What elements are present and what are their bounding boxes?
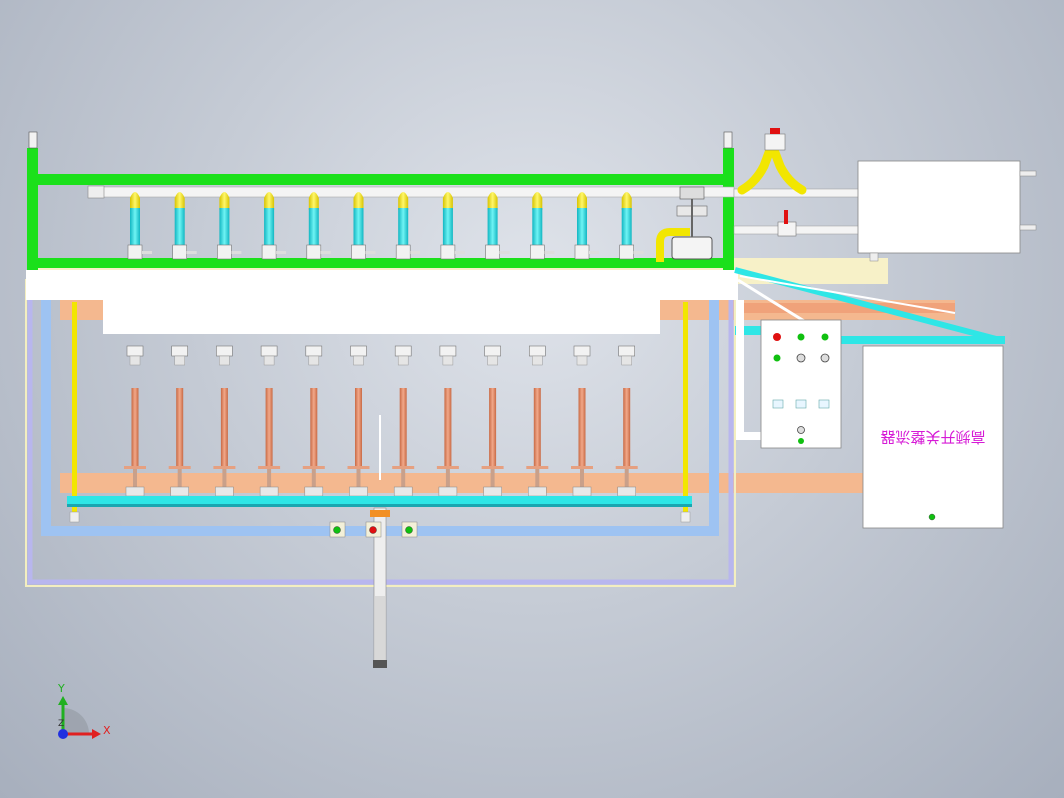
upper-right-box bbox=[857, 160, 1037, 262]
tube-column bbox=[529, 192, 555, 260]
green-indicator-light bbox=[821, 333, 829, 341]
red-indicator-light bbox=[773, 333, 781, 341]
header-pipe bbox=[87, 185, 735, 199]
tube-column bbox=[485, 192, 510, 260]
green-indicator-light bbox=[773, 354, 781, 362]
meter-icon bbox=[795, 399, 807, 409]
right-plumbing bbox=[656, 128, 860, 262]
tube-column bbox=[306, 192, 331, 260]
tube-columns bbox=[127, 192, 644, 260]
tube-column bbox=[619, 192, 644, 260]
z-axis-label: Z bbox=[58, 719, 64, 729]
tube-column bbox=[172, 192, 197, 260]
axis-triad: Y X Z bbox=[57, 682, 111, 739]
rectifier-panel: 高频开关整流器 bbox=[862, 345, 1004, 529]
knob-icon bbox=[820, 353, 830, 363]
tube-column bbox=[217, 192, 242, 260]
tube-column bbox=[351, 192, 376, 260]
z-axis-icon bbox=[58, 729, 68, 739]
knob-icon bbox=[796, 353, 806, 363]
tube-column bbox=[127, 192, 152, 260]
rectifier-label: 高频开关整流器 bbox=[880, 428, 985, 446]
x-axis-label: X bbox=[103, 724, 111, 737]
tube-column bbox=[574, 192, 599, 260]
lid bbox=[26, 270, 738, 334]
control-box bbox=[760, 319, 842, 449]
y-axis-label: Y bbox=[57, 682, 65, 695]
drain-buttons bbox=[329, 521, 418, 538]
tube-column bbox=[395, 192, 421, 260]
meter-icon bbox=[772, 399, 784, 409]
green-indicator-light bbox=[797, 333, 805, 341]
tube-column bbox=[440, 192, 465, 260]
bottom-manifold bbox=[67, 496, 692, 507]
meter-icon bbox=[818, 399, 830, 409]
knob-icon bbox=[797, 426, 805, 434]
tube-column bbox=[261, 192, 287, 260]
electrolysis-apparatus-diagram: 高频开关整流器 Y X Z bbox=[25, 128, 1037, 739]
